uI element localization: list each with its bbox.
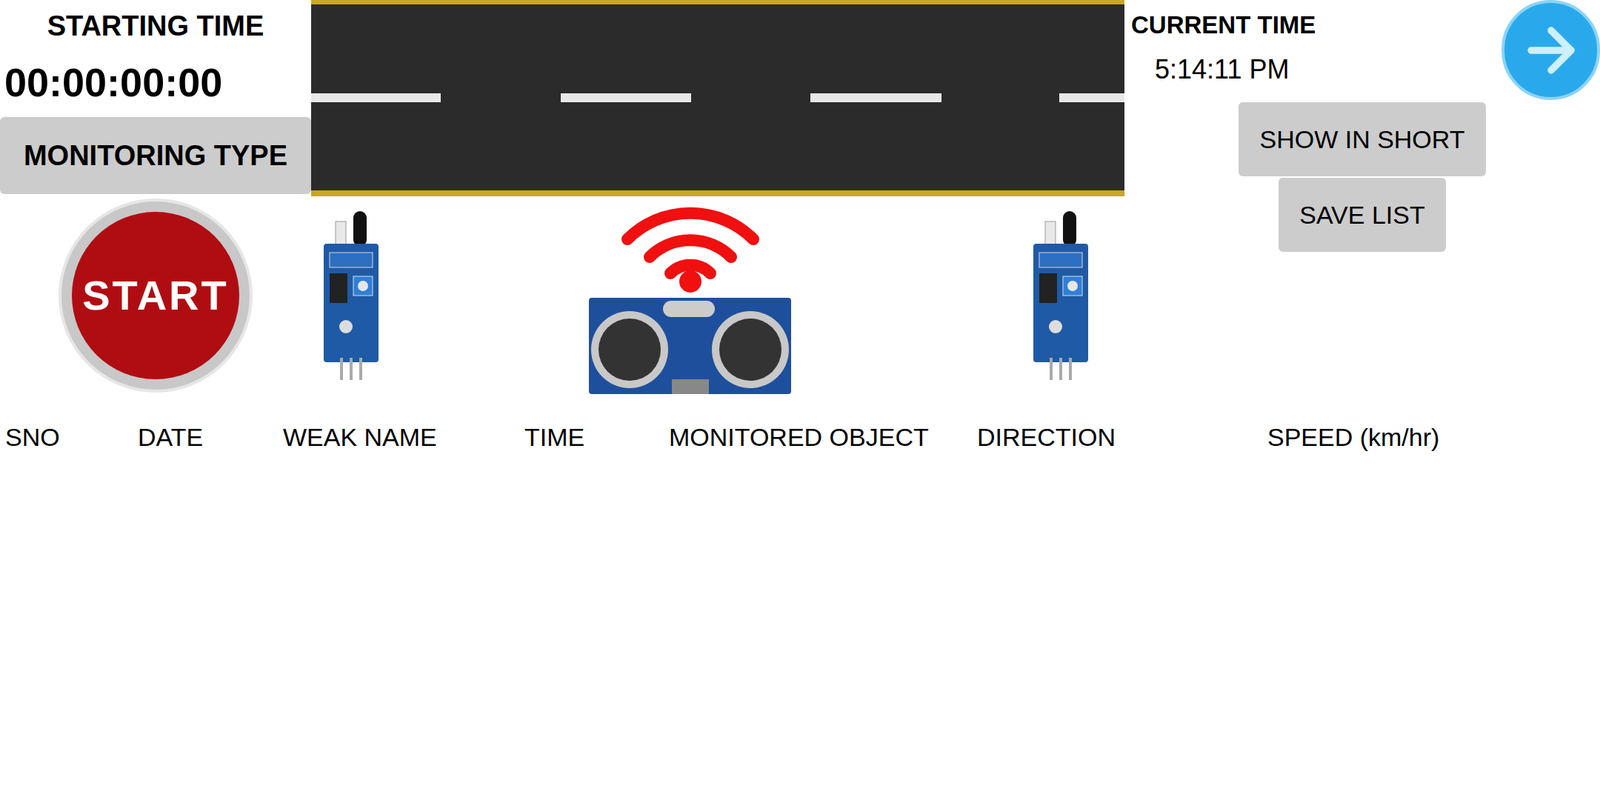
current-time-value: 5:14:11 PM (1131, 53, 1316, 86)
table-header: SNODATEWEAK NAMETIMEMONITORED OBJECTDIRE… (0, 420, 1600, 454)
right-panel: CURRENT TIME 5:14:11 PM SHOW IN SHORTSAVE … (1124, 0, 1600, 399)
action-button[interactable]: SAVE LIST (1278, 177, 1446, 252)
column-header: WEAK NAME (282, 420, 525, 454)
center-panel (311, 0, 1125, 399)
app: STARTING TIME00:00:00:00MONITORING TYPES… (0, 0, 1600, 800)
ir-sensor-icon (1028, 211, 1093, 380)
column-header: DIRECTION (977, 420, 1268, 454)
left-panel: STARTING TIME 00:00:00:00 MONITORING TYPES… (0, 0, 312, 399)
monitoring-type-button[interactable]: MONITORING TYPE (0, 117, 312, 195)
next-button[interactable] (1501, 0, 1600, 100)
starting-time-value: 00:00:00:00 (0, 59, 312, 106)
road-image (311, 0, 1125, 197)
ir-sensor-icon (319, 211, 383, 380)
action-button[interactable]: SHOW IN SHORT (1238, 102, 1486, 177)
column-header: SPEED (km/hr) (1267, 420, 1600, 454)
start-button[interactable]: START (58, 198, 253, 393)
column-header: TIME (524, 420, 669, 454)
wifi-icon (620, 196, 761, 293)
ultrasonic-sensor (588, 196, 792, 399)
starting-time-label: STARTING TIME (0, 0, 312, 43)
column-header: SNO (5, 420, 138, 454)
current-time-label: CURRENT TIME (1131, 10, 1316, 40)
column-header: DATE (137, 420, 283, 454)
arrow-right-icon (1517, 16, 1586, 85)
column-header: MONITORED OBJECT (668, 420, 978, 454)
ultrasonic-board-icon (588, 297, 792, 399)
